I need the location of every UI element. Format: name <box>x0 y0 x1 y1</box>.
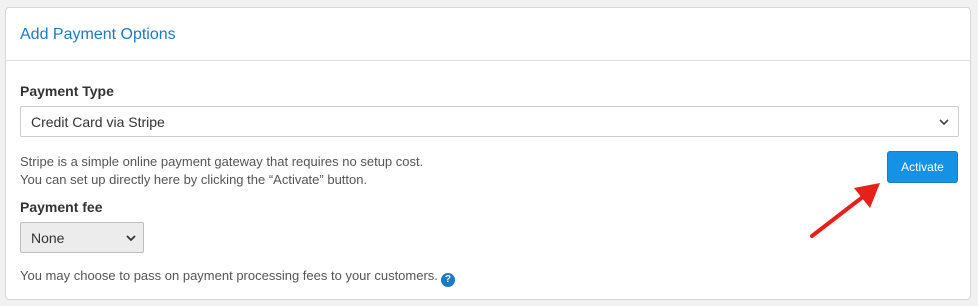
payment-options-panel: Add Payment Options Payment Type Credit … <box>5 7 971 300</box>
red-arrow-annotation <box>810 183 880 238</box>
payment-fee-select[interactable]: None <box>20 222 144 253</box>
payment-type-label: Payment Type <box>20 83 114 99</box>
question-circle-icon[interactable]: ? <box>440 273 455 287</box>
activate-button[interactable]: Activate <box>887 151 958 183</box>
panel-header: Add Payment Options <box>6 8 970 61</box>
payment-fee-label: Payment fee <box>20 199 103 215</box>
stripe-description-line1: Stripe is a simple online payment gatewa… <box>20 154 424 169</box>
payment-fee-value: None <box>31 229 65 246</box>
payment-fee-help-label: You may choose to pass on payment proces… <box>20 268 438 283</box>
payment-fee-help-text: You may choose to pass on payment proces… <box>20 267 455 287</box>
chevron-down-icon <box>939 119 949 126</box>
chevron-down-icon <box>126 235 136 242</box>
stripe-description-line2: You can set up directly here by clicking… <box>20 172 368 187</box>
payment-type-select[interactable]: Credit Card via Stripe <box>20 106 959 137</box>
panel-title: Add Payment Options <box>20 26 176 43</box>
payment-type-value: Credit Card via Stripe <box>31 113 165 130</box>
